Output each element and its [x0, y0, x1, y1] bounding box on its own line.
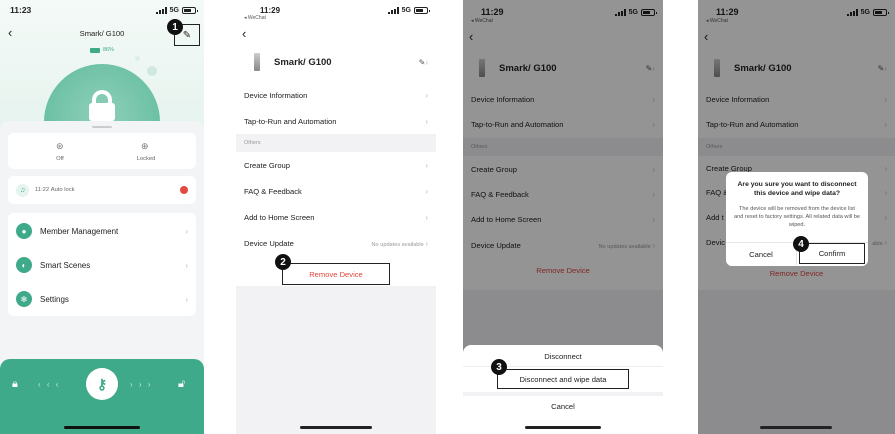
network-type: 5G: [401, 7, 411, 14]
step-marker: 4: [793, 236, 809, 252]
row-label: Create Group: [244, 160, 291, 170]
signal-icon: [155, 6, 167, 14]
step-marker: 3: [491, 359, 507, 375]
back-icon[interactable]: ‹: [242, 27, 246, 40]
person-icon: ●: [16, 223, 32, 239]
action-cancel[interactable]: Cancel: [463, 402, 663, 411]
log-text: Auto lock: [50, 187, 75, 193]
dialog-title: Are you sure you want to disconnect this…: [737, 181, 857, 197]
home-indicator: [300, 426, 372, 429]
slide-left-arrows-icon: ‹ ‹ ‹: [38, 380, 61, 389]
device-battery-level: 86%: [103, 47, 115, 53]
row-label: Device Update: [244, 238, 294, 248]
chevron-right-icon: ›: [425, 238, 428, 248]
row-add-to-home-screen[interactable]: Add to Home Screen ›: [236, 210, 436, 224]
home-indicator: [64, 426, 140, 429]
edit-icon: ✎: [182, 29, 192, 41]
status-locked-label: Locked: [136, 156, 156, 162]
locked-padlock-icon: 🔒︎: [12, 378, 18, 390]
device-battery: 86%: [90, 47, 114, 53]
menu-item-settings[interactable]: ✻ Settings ›: [8, 289, 196, 309]
chevron-right-icon: ›: [425, 116, 428, 126]
screen-device-settings: 11:29 5G ◂ WeChat ‹ Smark/ G100 ✎ › Devic…: [236, 0, 436, 434]
dialog-confirm-button[interactable]: Confirm: [799, 243, 865, 264]
menu-label: Member Management: [40, 226, 119, 236]
unlocked-padlock-icon: 🔓︎: [178, 378, 186, 390]
gear-icon: ✻: [16, 291, 32, 307]
drag-handle[interactable]: [92, 126, 112, 128]
row-label: FAQ & Feedback: [244, 186, 302, 196]
section-header-others: Others: [244, 140, 261, 146]
step-marker: 2: [275, 254, 291, 270]
row-label: Tap-to-Run and Automation: [244, 116, 337, 126]
settings-icon: ⊛: [56, 141, 64, 151]
menu-item-member-management[interactable]: ● Member Management ›: [8, 221, 196, 241]
log-card[interactable]: ♫ 11:22 Auto lock: [8, 176, 196, 204]
lock-icon: [89, 103, 115, 121]
status-bar: 11:29 5G: [236, 6, 436, 15]
edit-icon: ✎: [418, 57, 426, 67]
unlock-key-button[interactable]: ⚷: [86, 368, 118, 400]
device-name: Smark/ G100: [274, 56, 332, 68]
alert-badge: [180, 186, 188, 194]
screen-confirm-dialog: 11:29 5G ◂ WeChat ‹ Smark/ G100 ✎ › Devic…: [698, 0, 895, 434]
battery-icon: [414, 7, 430, 14]
home-indicator: [525, 426, 601, 429]
chevron-right-icon: ›: [425, 57, 428, 67]
wechat-back-link[interactable]: ◂ WeChat: [244, 15, 266, 21]
header-gap: [236, 80, 436, 84]
device-battery-icon: [90, 47, 100, 53]
toggle-icon: ◐: [16, 257, 32, 273]
status-bar: 11:23 5G: [0, 5, 204, 15]
chevron-right-icon: ›: [185, 294, 188, 304]
status-off-label: Off: [56, 156, 64, 162]
screen-remove-action-sheet: 11:29 5G ◂ WeChat ‹ Smark/ G100 ✎ › Devic…: [463, 0, 663, 434]
network-type: 5G: [169, 6, 179, 14]
decor-bubble: [147, 66, 157, 76]
dialog-body: The device will be removed from the devi…: [734, 206, 860, 228]
chevron-right-icon: ›: [425, 212, 428, 222]
device-thumbnail: [254, 53, 260, 71]
chevron-right-icon: ›: [425, 160, 428, 170]
screen-device-home: 11:23 5G ‹ Smark/ G100 ✎ 1 86% ⊛ Off ⊕ L…: [0, 0, 204, 434]
row-label: Device Information: [244, 90, 308, 100]
menu-label: Smart Scenes: [40, 260, 91, 270]
signal-icon: [387, 7, 399, 14]
row-create-group[interactable]: Create Group ›: [236, 158, 436, 172]
action-disconnect[interactable]: Disconnect: [463, 352, 663, 361]
section-divider: [236, 134, 436, 152]
device-header[interactable]: Smark/ G100 ✎ ›: [244, 50, 428, 74]
row-device-information[interactable]: Device Information ›: [236, 88, 436, 102]
row-tap-to-run[interactable]: Tap-to-Run and Automation ›: [236, 114, 436, 128]
dialog-cancel-button[interactable]: Cancel: [726, 243, 796, 265]
remove-device-button[interactable]: Remove Device: [282, 263, 390, 285]
key-icon: ⚷: [96, 375, 108, 392]
lock-small-icon: ⊕: [141, 141, 149, 151]
status-card: [8, 133, 196, 169]
row-label: Add to Home Screen: [244, 212, 315, 222]
battery-icon: [182, 6, 198, 14]
row-faq-feedback[interactable]: FAQ & Feedback ›: [236, 184, 436, 198]
decor-bubble: [135, 56, 140, 61]
chevron-right-icon: ›: [185, 226, 188, 236]
menu-item-smart-scenes[interactable]: ◐ Smart Scenes ›: [8, 255, 196, 275]
menu-label: Settings: [40, 294, 69, 304]
chevron-right-icon: ›: [185, 260, 188, 270]
home-indicator: [760, 426, 832, 429]
chevron-right-icon: ›: [425, 90, 428, 100]
clock: 11:23: [10, 5, 32, 15]
chevron-right-icon: ›: [425, 186, 428, 196]
action-disconnect-and-wipe[interactable]: Disconnect and wipe data: [497, 369, 629, 389]
sheet-gap: [463, 392, 663, 396]
log-time: 11:22: [35, 187, 50, 193]
clock: 11:29: [260, 6, 281, 15]
row-value: No updates available: [371, 241, 424, 248]
slide-right-arrows-icon: › › ›: [130, 380, 153, 389]
bell-icon: ♫: [16, 183, 29, 197]
step-marker: 1: [167, 19, 183, 35]
row-device-update[interactable]: Device Update No updates available ›: [236, 236, 436, 250]
